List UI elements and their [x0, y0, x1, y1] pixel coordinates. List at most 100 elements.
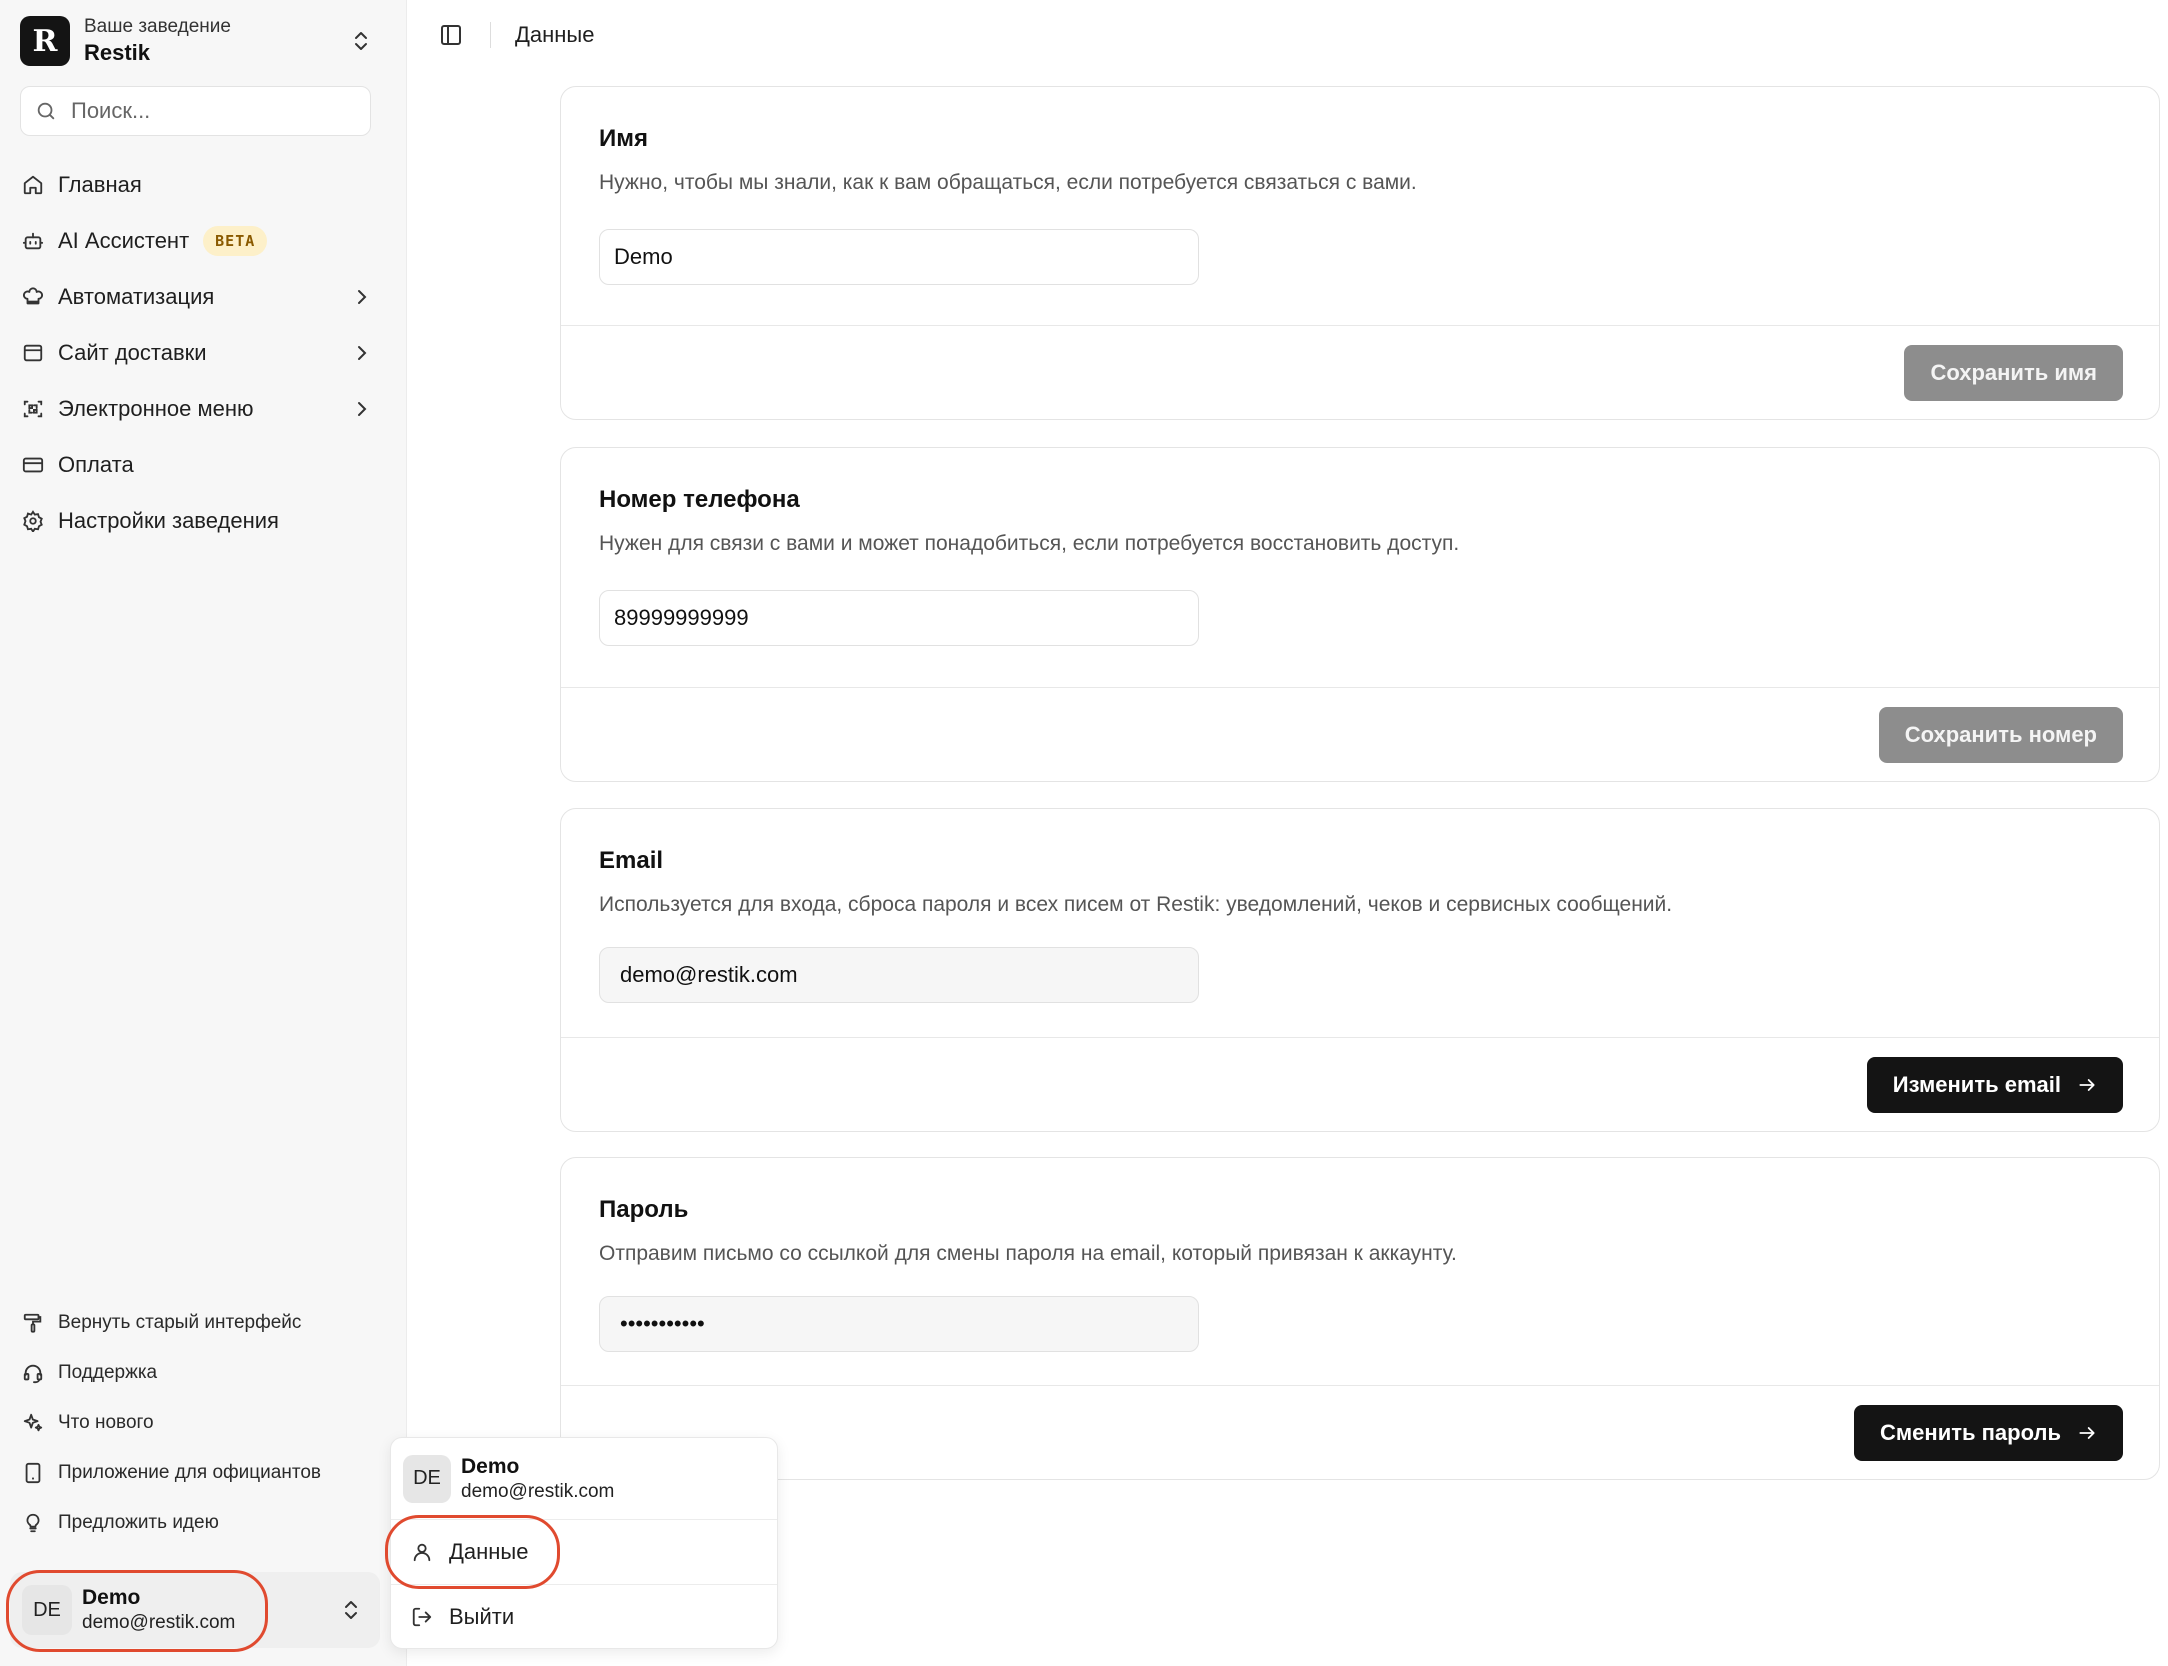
nav-item-home[interactable]: Главная	[20, 157, 375, 213]
card-email: Email Используется для входа, сброса пар…	[560, 808, 2160, 1132]
nav-label: Автоматизация	[58, 284, 215, 309]
bottom-nav: Вернуть старый интерфейс Поддержка Что н…	[20, 1298, 375, 1548]
name-field[interactable]	[599, 229, 1199, 285]
nav-label: Главная	[58, 172, 142, 197]
menu-label: Выйти	[449, 1603, 515, 1629]
user-name: Demo	[82, 1586, 141, 1609]
arrow-right-icon	[2077, 1075, 2097, 1095]
chevrons-up-down-icon	[336, 1598, 366, 1622]
nav-item-support[interactable]: Поддержка	[20, 1348, 375, 1398]
search-icon	[35, 100, 57, 122]
popup-user-header: DE Demo demo@restik.com	[391, 1438, 777, 1520]
card-name: Имя Нужно, чтобы мы знали, как к вам обр…	[560, 86, 2160, 420]
user-info: Demo demo@restik.com	[461, 1454, 777, 1504]
user-name: Demo	[461, 1454, 520, 1478]
card-description: Нужно, чтобы мы знали, как к вам обращат…	[599, 171, 1417, 194]
nav-item-automation[interactable]: Автоматизация	[20, 269, 375, 325]
nav-item-delivery-site[interactable]: Сайт доставки	[20, 325, 375, 381]
nav-item-waiter-app[interactable]: Приложение для официантов	[20, 1448, 375, 1498]
button-label: Изменить email	[1892, 1071, 2061, 1097]
email-field	[599, 947, 1199, 1003]
card-footer: Сохранить номер	[561, 687, 2159, 781]
top-bar: Данные	[408, 0, 2168, 70]
menu-label: Данные	[449, 1539, 529, 1564]
user-icon	[409, 1541, 435, 1563]
user-email: demo@restik.com	[82, 1612, 236, 1633]
breadcrumb: Данные	[515, 22, 595, 47]
nav-label: Приложение для официантов	[58, 1462, 321, 1483]
nav-label: Электронное меню	[58, 396, 254, 421]
nav-item-digital-menu[interactable]: Электронное меню	[20, 381, 375, 437]
nav-label: Предложить идею	[58, 1512, 219, 1533]
org-info: Ваше заведение Restik	[84, 15, 347, 67]
sidebar: R Ваше заведение Restik Главная AI Ассис…	[0, 0, 407, 1666]
tablet-icon	[20, 1460, 46, 1486]
nav-label: Поддержка	[58, 1362, 158, 1383]
logout-icon	[409, 1606, 435, 1628]
nav-label: Настройки заведения	[58, 508, 279, 533]
change-password-button[interactable]: Сменить пароль	[1854, 1404, 2123, 1461]
card-password: Пароль Отправим письмо со ссылкой для см…	[560, 1157, 2160, 1480]
paint-roller-icon	[20, 1310, 46, 1336]
restik-logo-icon: R	[20, 16, 70, 66]
lightbulb-icon	[20, 1510, 46, 1536]
divider	[490, 22, 491, 48]
bot-icon	[20, 228, 46, 254]
beta-badge: BETA	[203, 226, 268, 256]
gear-icon	[20, 508, 46, 534]
arrow-right-icon	[2077, 1423, 2097, 1443]
sparkles-icon	[20, 1410, 46, 1436]
search-box[interactable]	[20, 86, 371, 136]
nav-item-ai-assistant[interactable]: AI Ассистент BETA	[20, 213, 375, 269]
password-field	[599, 1296, 1199, 1352]
browser-icon	[20, 340, 46, 366]
org-switcher[interactable]: R Ваше заведение Restik	[20, 10, 375, 72]
nav-item-suggest-idea[interactable]: Предложить идею	[20, 1498, 375, 1548]
chevrons-up-down-icon[interactable]	[347, 27, 375, 55]
chevron-right-icon	[349, 343, 375, 363]
nav-item-whats-new[interactable]: Что нового	[20, 1398, 375, 1448]
sidebar-toggle-icon[interactable]	[436, 20, 466, 50]
qr-scan-icon	[20, 396, 46, 422]
nav-item-old-interface[interactable]: Вернуть старый интерфейс	[20, 1298, 375, 1348]
save-name-button[interactable]: Сохранить имя	[1904, 344, 2123, 401]
save-phone-button[interactable]: Сохранить номер	[1878, 706, 2123, 763]
card-phone: Номер телефона Нужен для связи с вами и …	[560, 447, 2160, 782]
card-title: Email	[599, 847, 664, 874]
org-caption: Ваше заведение	[84, 16, 231, 37]
card-title: Имя	[599, 125, 649, 152]
card-footer: Сменить пароль	[561, 1385, 2159, 1479]
org-name: Restik	[84, 40, 151, 65]
credit-card-icon	[20, 452, 46, 478]
search-input[interactable]	[71, 98, 351, 124]
chef-hat-icon	[20, 284, 46, 310]
card-footer: Сохранить имя	[561, 325, 2159, 419]
chevron-right-icon	[349, 287, 375, 307]
avatar: DE	[22, 1585, 72, 1635]
user-email: demo@restik.com	[461, 1480, 615, 1502]
avatar: DE	[403, 1454, 451, 1503]
nav-label: Сайт доставки	[58, 340, 207, 365]
phone-field[interactable]	[599, 590, 1199, 646]
main-nav: Главная AI Ассистент BETA Автоматизация …	[20, 157, 375, 549]
nav-label: AI Ассистент	[58, 228, 190, 253]
user-info: Demo demo@restik.com	[82, 1585, 336, 1635]
headset-icon	[20, 1360, 46, 1386]
user-dropdown-menu: DE Demo demo@restik.com Данные Выйти	[390, 1437, 778, 1649]
button-label: Сменить пароль	[1880, 1419, 2061, 1445]
card-description: Используется для входа, сброса пароля и …	[599, 893, 1673, 916]
nav-item-payment[interactable]: Оплата	[20, 437, 375, 493]
nav-label: Что нового	[58, 1412, 154, 1433]
nav-item-venue-settings[interactable]: Настройки заведения	[20, 493, 375, 549]
card-footer: Изменить email	[561, 1037, 2159, 1131]
nav-label: Вернуть старый интерфейс	[58, 1312, 302, 1333]
card-description: Нужен для связи с вами и может понадобит…	[599, 532, 1460, 555]
menu-item-profile-data[interactable]: Данные	[391, 1520, 777, 1584]
user-menu-trigger[interactable]: DE Demo demo@restik.com	[10, 1572, 380, 1648]
card-title: Номер телефона	[599, 486, 800, 513]
card-title: Пароль	[599, 1196, 689, 1223]
chevron-right-icon	[349, 399, 375, 419]
change-email-button[interactable]: Изменить email	[1866, 1056, 2123, 1113]
nav-label: Оплата	[58, 452, 134, 477]
menu-item-logout[interactable]: Выйти	[391, 1584, 777, 1648]
